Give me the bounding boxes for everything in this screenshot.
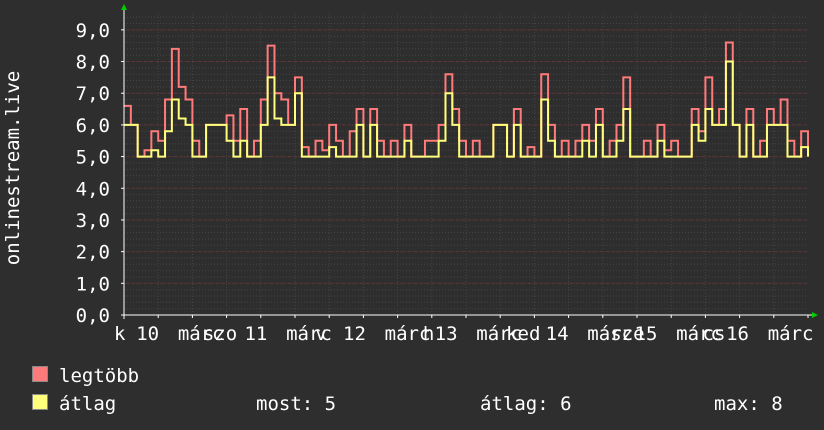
x-tick-label: szo <box>203 323 237 345</box>
x-tick-label: 10 <box>136 323 159 345</box>
stat-current: most: 5 <box>256 393 337 415</box>
x-tick-label: cs <box>703 323 726 345</box>
y-tick-label: 9,0 <box>76 20 110 42</box>
y-tick-label: 7,0 <box>76 83 110 105</box>
grid <box>124 14 808 316</box>
legend-label-avg: átlag <box>59 393 117 415</box>
x-tick-label: 15 <box>635 323 658 345</box>
y-tick-label: 3,0 <box>76 210 110 232</box>
x-axis-arrow <box>812 312 818 318</box>
x-tick-label: 12 <box>343 323 366 345</box>
y-tick-label: 4,0 <box>76 178 110 200</box>
x-axis-ticks: k 10 márcszo 11 márcv 12 márch 13 márcked 14 márcs… <box>114 323 814 345</box>
y-tick-label: 8,0 <box>76 52 110 74</box>
legend-swatch-max <box>32 366 48 382</box>
x-tick-label: h <box>423 323 434 345</box>
y-axis-label: onlinestream.live <box>2 71 24 265</box>
stat-average: átlag: 6 <box>480 393 572 415</box>
y-tick-label: 1,0 <box>76 273 110 295</box>
chart-container: 0,0 1,0 2,0 3,0 4,0 5,0 6,0 7,0 8,0 9,0 k 10 márc sz… <box>0 0 824 430</box>
legend-label-max: legtöbb <box>59 365 140 387</box>
x-tick-label: 11 <box>244 323 267 345</box>
legend-swatch-avg <box>32 394 48 410</box>
y-axis-ticks: 0,0 1,0 2,0 3,0 4,0 5,0 6,0 7,0 8,0 9,0 <box>76 20 110 327</box>
legend: legtöbb átlag most: 5 átlag: 6 max: 8 <box>30 362 820 418</box>
x-tick-label: 16 <box>726 323 749 345</box>
stat-max: max: 8 <box>714 393 783 415</box>
legend-row-avg: átlag most: 5 átlag: 6 max: 8 <box>30 390 820 418</box>
y-tick-label: 0,0 <box>76 305 110 327</box>
x-tick-label: k <box>114 323 126 345</box>
y-tick-label: 6,0 <box>76 115 110 137</box>
x-tick-label: ked <box>506 323 540 345</box>
x-tick-label: 14 <box>546 323 569 345</box>
legend-row-max: legtöbb <box>30 362 820 390</box>
y-axis-arrow <box>121 4 127 10</box>
axes <box>121 4 818 319</box>
x-tick-label: márc <box>768 323 814 345</box>
x-tick-label: 13 <box>435 323 458 345</box>
y-tick-label: 2,0 <box>76 242 110 264</box>
y-tick-label: 5,0 <box>76 147 110 169</box>
x-tick-label: v <box>315 323 326 345</box>
